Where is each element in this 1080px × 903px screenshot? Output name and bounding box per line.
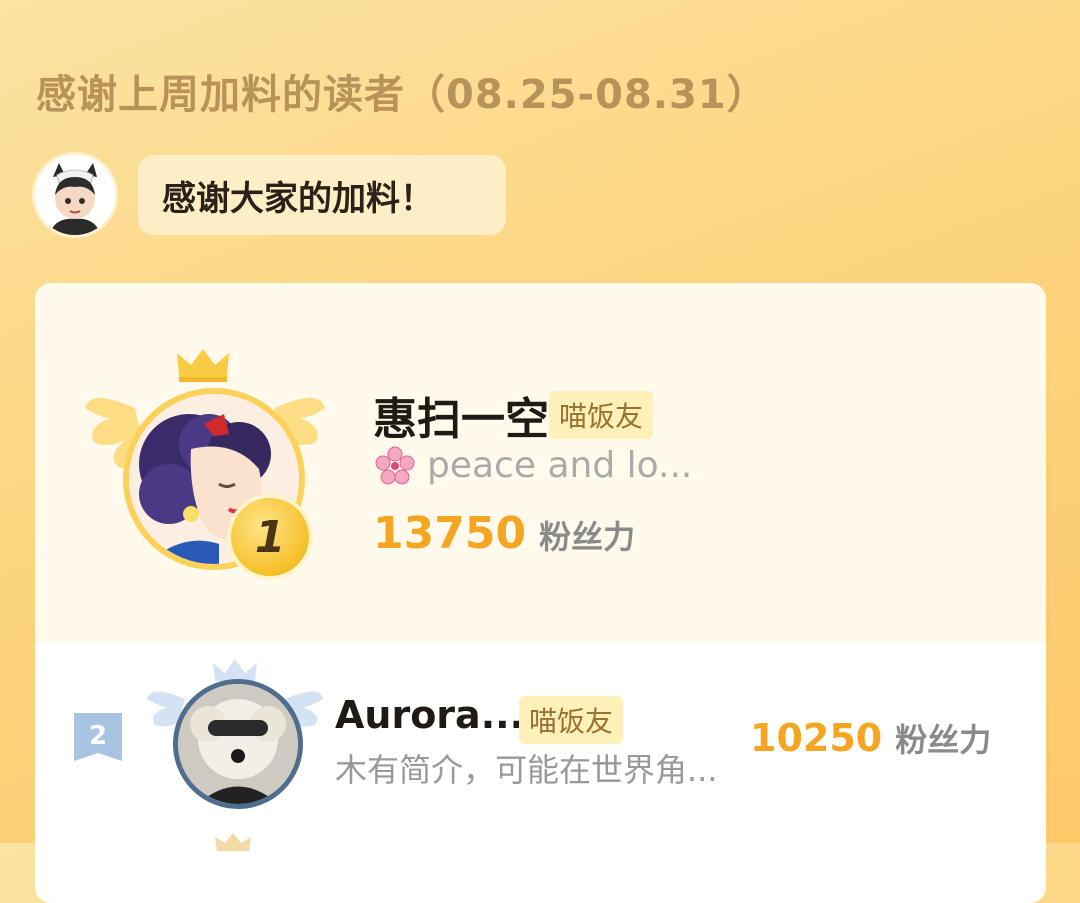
rank-1-score-value: 13750 <box>373 508 527 559</box>
thanks-message-text: 感谢大家的加料！ <box>162 178 434 219</box>
rank-1-score: 13750 粉丝力 <box>373 508 635 559</box>
cherry-blossom-icon <box>375 446 415 484</box>
rank-2-score: 10250 粉丝力 <box>750 715 991 761</box>
rank-1-name[interactable]: 惠扫一空 <box>373 383 549 447</box>
rank-1-medal: 1 <box>227 494 313 580</box>
ranking-card: 1 惠扫一空 喵饭友 peace and lo... 13750 粉丝力 2 A… <box>35 283 1046 903</box>
rank-1-tag: 喵饭友 <box>549 391 654 439</box>
rank-2-number: 2 <box>89 721 107 751</box>
rank-3-crown-icon <box>215 833 251 851</box>
rank-1-score-unit: 粉丝力 <box>539 518 636 556</box>
rank-2-score-unit: 粉丝力 <box>895 721 992 759</box>
rank-2-badge: 2 <box>72 711 124 771</box>
rank-2-tag: 喵饭友 <box>519 696 624 744</box>
crown-icon <box>177 349 229 382</box>
rank-2-score-value: 10250 <box>750 716 883 760</box>
rank-1-bio-text: peace and lo... <box>427 445 693 486</box>
rank-1-entry[interactable]: 1 惠扫一空 喵饭友 peace and lo... 13750 粉丝力 <box>35 283 1046 643</box>
host-avatar[interactable] <box>35 155 115 235</box>
rank-1-bio: peace and lo... <box>375 445 692 486</box>
page-title: 感谢上周加料的读者（08.25-08.31） <box>36 72 768 118</box>
rank-2-avatar[interactable] <box>173 679 303 809</box>
rank-2-bio: 木有简介，可能在世界角... <box>335 751 718 789</box>
rank-2-name[interactable]: Aurora... <box>335 693 524 737</box>
thanks-message-bubble: 感谢大家的加料！ <box>138 155 506 235</box>
